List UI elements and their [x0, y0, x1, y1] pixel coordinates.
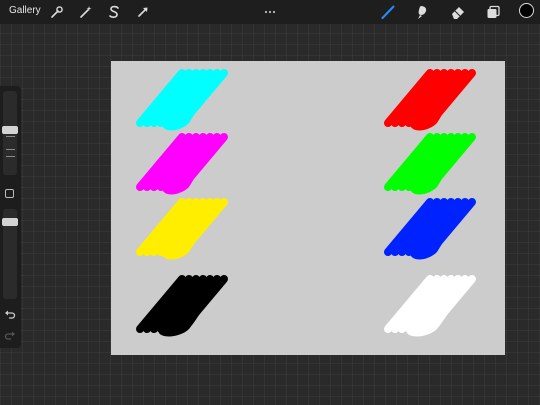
swatch-magenta	[136, 133, 228, 195]
slider-tick	[6, 136, 15, 137]
swatch-blue	[384, 198, 476, 260]
brush-icon[interactable]	[380, 4, 396, 20]
swatch-yellow	[136, 198, 228, 260]
more-options-icon[interactable]	[264, 2, 276, 14]
eraser-icon[interactable]	[450, 4, 466, 20]
smudge-icon[interactable]	[414, 4, 430, 20]
color-picker-button[interactable]	[519, 3, 534, 18]
left-sidebar	[0, 86, 21, 348]
opacity-thumb[interactable]	[2, 218, 18, 226]
swatch-black	[136, 275, 228, 337]
brush-size-thumb[interactable]	[2, 126, 18, 134]
arrow-transform-icon[interactable]	[135, 4, 151, 20]
undo-icon[interactable]	[4, 307, 16, 319]
swatch-red	[384, 69, 476, 131]
drawing-canvas[interactable]	[111, 61, 505, 355]
slider-tick	[6, 156, 15, 157]
swatch-white	[384, 275, 476, 337]
modify-button[interactable]	[5, 189, 14, 198]
swatch-green	[384, 133, 476, 195]
magic-wand-icon[interactable]	[78, 4, 94, 20]
gallery-button[interactable]: Gallery	[9, 5, 41, 16]
canvas-artwork	[136, 69, 476, 337]
swatch-cyan	[136, 69, 228, 131]
redo-icon[interactable]	[4, 328, 16, 340]
slider-tick	[6, 149, 15, 150]
wrench-icon[interactable]	[49, 4, 65, 20]
s-selection-icon[interactable]	[106, 4, 122, 20]
layers-icon[interactable]	[485, 4, 501, 20]
top-toolbar: Gallery	[0, 0, 540, 24]
